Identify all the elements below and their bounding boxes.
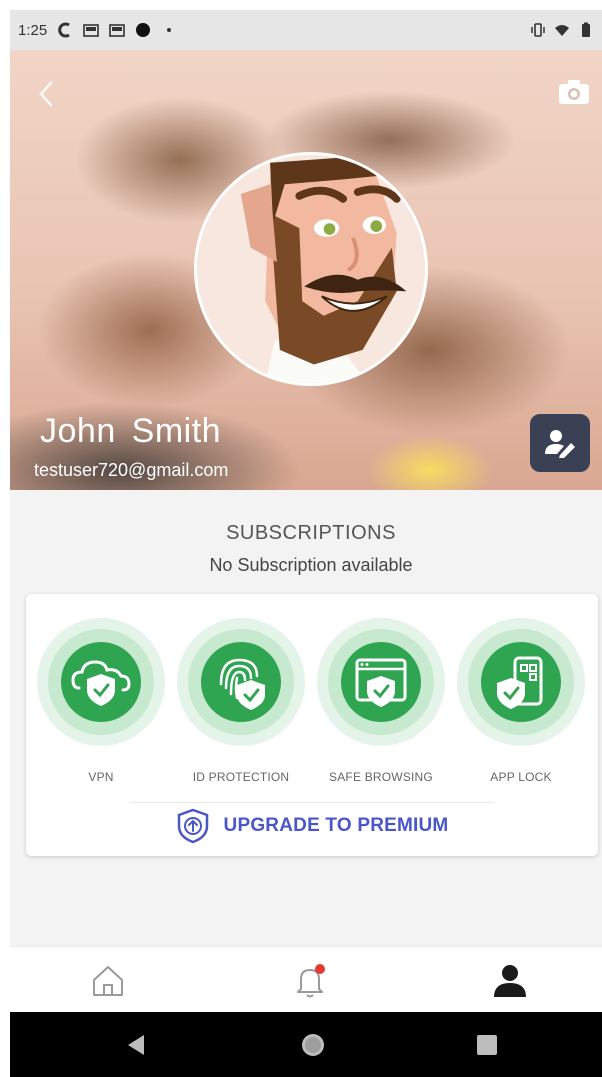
feature-safe-browsing[interactable]: SAFE BROWSING — [316, 618, 446, 784]
subscriptions-status: No Subscription available — [209, 555, 413, 575]
home-circle-icon[interactable] — [298, 1030, 328, 1060]
back-triangle-icon[interactable] — [122, 1030, 152, 1060]
profile-icon[interactable] — [490, 961, 530, 1001]
status-bar: 1:25 — [10, 10, 602, 50]
back-arrow-icon[interactable] — [36, 80, 56, 108]
wifi-icon — [555, 25, 569, 36]
small-dot-icon — [167, 28, 172, 32]
browser-shield-icon — [317, 618, 445, 746]
record-dot-icon — [136, 23, 151, 37]
notification-dot — [315, 964, 325, 974]
feature-label: SAFE BROWSING — [329, 770, 433, 784]
vibrate-icon — [531, 23, 545, 37]
profile-header: John Smith testuser720@gmail.com — [10, 50, 602, 490]
cloud-shield-icon — [37, 618, 165, 746]
status-bar-right — [530, 22, 594, 38]
features-card: VPN ID PROTECTION SAFE BROWSING APP LOCK… — [26, 594, 598, 856]
feature-label: ID PROTECTION — [192, 770, 290, 784]
mail-icon — [109, 24, 126, 37]
notification-bell-icon[interactable] — [290, 961, 330, 1001]
feature-id-protection[interactable]: ID PROTECTION — [176, 618, 306, 784]
upgrade-label: UPGRADE TO PREMIUM — [223, 815, 449, 836]
edit-user-icon — [545, 430, 575, 458]
recents-square-icon[interactable] — [472, 1030, 502, 1060]
profile-name: John Smith — [40, 412, 222, 450]
app-screen: 1:25 John Smith testuser720@gmail.com SU… — [10, 10, 602, 1077]
mail-icon — [83, 24, 100, 37]
camera-icon[interactable] — [558, 78, 590, 106]
feature-vpn[interactable]: VPN — [36, 618, 166, 784]
status-bar-left: 1:25 — [18, 22, 177, 39]
upgrade-shield-icon — [177, 808, 208, 844]
phone-shield-icon — [457, 618, 585, 746]
edit-profile-button[interactable] — [530, 414, 590, 472]
feature-label: VPN — [88, 770, 114, 784]
subscriptions-title: SUBSCRIPTIONS — [226, 522, 396, 544]
card-divider — [130, 802, 494, 803]
feature-app-lock[interactable]: APP LOCK — [456, 618, 586, 784]
c-logo-icon — [58, 22, 71, 38]
feature-label: APP LOCK — [490, 770, 552, 784]
battery-icon — [582, 22, 590, 37]
home-icon[interactable] — [88, 961, 128, 1001]
avatar-illustration — [197, 155, 425, 383]
profile-email: testuser720@gmail.com — [34, 460, 229, 480]
upgrade-button[interactable]: UPGRADE TO PREMIUM — [26, 806, 598, 846]
fingerprint-shield-icon — [177, 618, 305, 746]
bottom-nav — [10, 946, 602, 1013]
status-time: 1:25 — [18, 21, 48, 39]
system-nav-bar — [10, 1012, 602, 1077]
avatar[interactable] — [194, 152, 428, 386]
